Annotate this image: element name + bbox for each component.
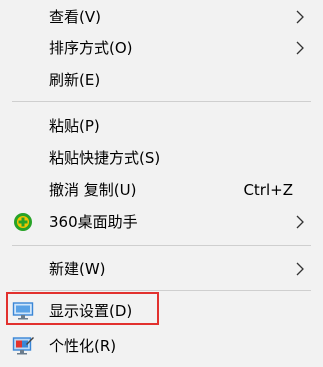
menu-item-display-settings[interactable]: 显示设置(D) [0,296,323,326]
chevron-right-icon [296,215,304,229]
chevron-right-icon [296,262,304,276]
menu-item-label: 撤消 复制(U) [49,181,137,199]
menu-item-label: 360桌面助手 [49,213,138,231]
menu-separator [12,245,311,246]
menu-item-view[interactable]: 查看(V) [0,2,323,32]
menu-item-refresh[interactable]: 刷新(E) [0,65,323,95]
menu-item-label: 粘贴(P) [49,117,100,135]
menu-separator [12,290,311,291]
menu-item-paste-shortcut[interactable]: 粘贴快捷方式(S) [0,143,323,173]
menu-item-undo-copy[interactable]: 撤消 复制(U) Ctrl+Z [0,175,323,205]
menu-item-paste[interactable]: 粘贴(P) [0,111,323,141]
menu-item-new[interactable]: 新建(W) [0,254,323,284]
menu-item-label: 显示设置(D) [49,302,133,320]
context-menu: 查看(V) 排序方式(O) 刷新(E) 粘贴(P) 粘贴快捷方式(S) 撤消 复… [0,0,323,367]
chevron-right-icon [296,41,304,55]
personalize-icon [12,337,34,355]
360-assistant-icon [14,213,32,231]
menu-separator [12,101,311,102]
menu-item-label: 粘贴快捷方式(S) [49,149,161,167]
menu-item-shortcut: Ctrl+Z [243,181,293,199]
menu-item-label: 排序方式(O) [49,39,133,57]
menu-item-label: 新建(W) [49,260,106,278]
menu-item-label: 刷新(E) [49,71,101,89]
menu-item-sort-by[interactable]: 排序方式(O) [0,33,323,63]
menu-item-360-desktop-assistant[interactable]: 360桌面助手 [0,207,323,237]
menu-item-label: 个性化(R) [49,337,117,355]
chevron-right-icon [296,10,304,24]
display-monitor-icon [12,302,34,320]
menu-item-personalize[interactable]: 个性化(R) [0,331,323,361]
menu-item-label: 查看(V) [49,8,101,26]
